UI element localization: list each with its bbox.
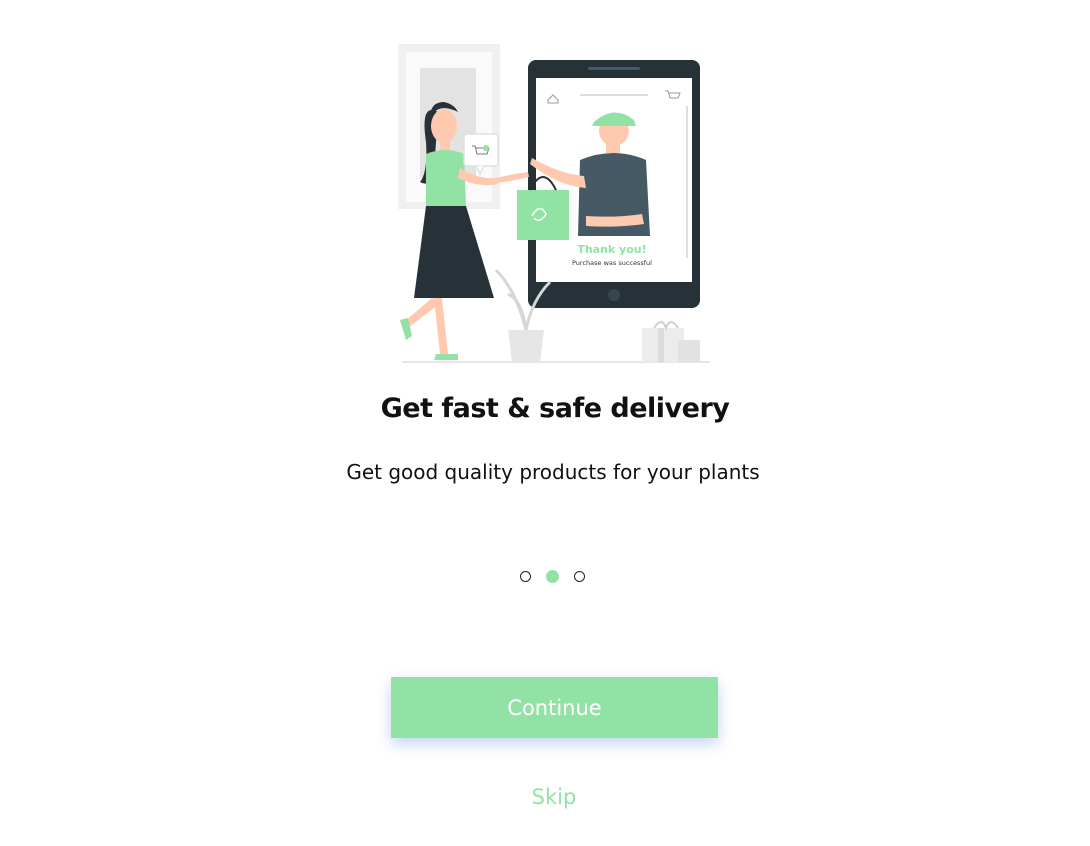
thank-you-text: Thank you! bbox=[577, 243, 646, 256]
page-title: Get fast & safe delivery bbox=[380, 393, 730, 424]
page-subtitle: Get good quality products for your plant… bbox=[346, 460, 760, 484]
onboarding-screen: Thank you! Purchase was successful Get f… bbox=[0, 0, 1090, 846]
pagination-dot-3[interactable] bbox=[574, 571, 585, 582]
pagination-dots bbox=[520, 570, 585, 583]
continue-button[interactable]: Continue bbox=[391, 677, 718, 738]
pagination-dot-2-active[interactable] bbox=[546, 570, 559, 583]
pagination-dot-1[interactable] bbox=[520, 571, 531, 582]
skip-link[interactable]: Skip bbox=[0, 785, 1090, 809]
delivery-illustration: Thank you! Purchase was successful bbox=[398, 44, 710, 363]
purchase-success-text: Purchase was successful bbox=[572, 259, 652, 267]
